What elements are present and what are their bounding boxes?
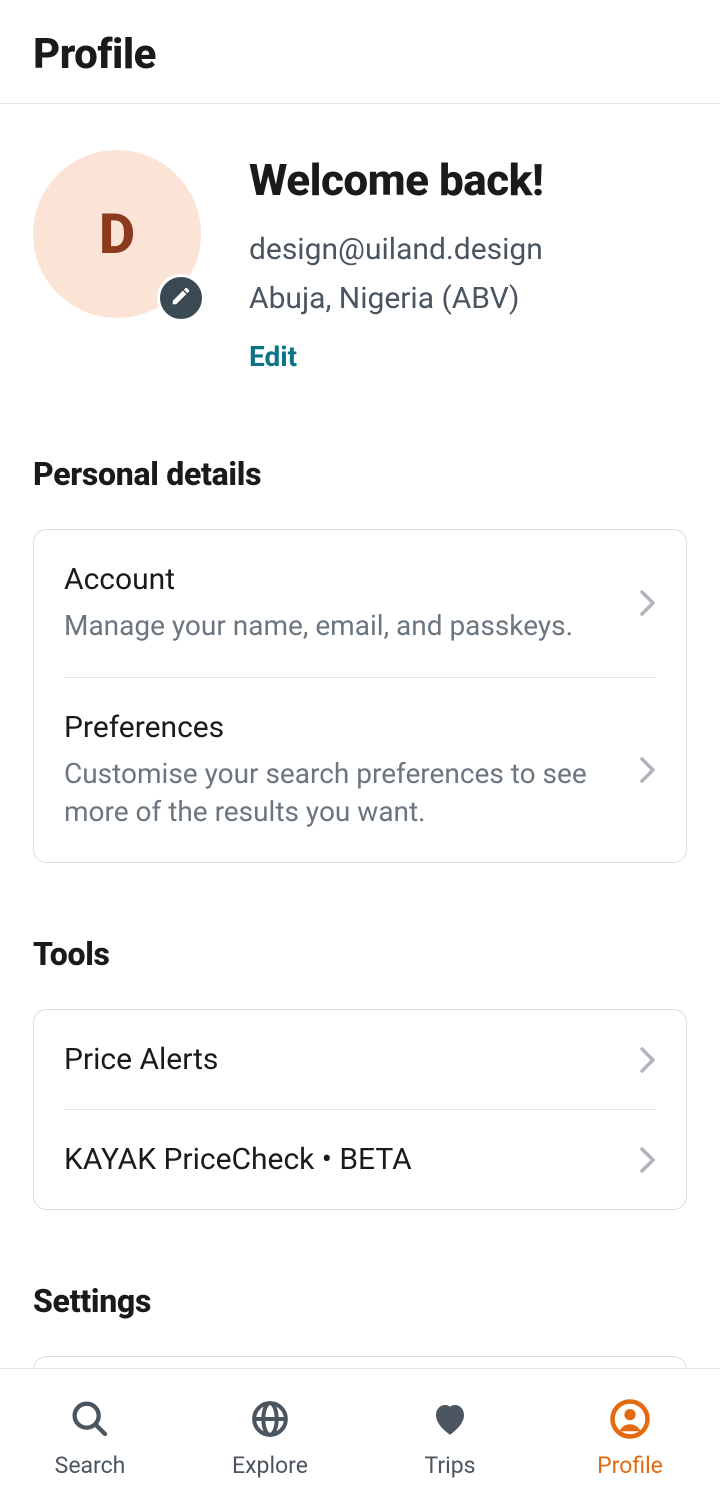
search-icon — [69, 1398, 111, 1440]
nav-label: Profile — [597, 1452, 663, 1479]
chevron-right-icon — [640, 1047, 656, 1073]
tools-card: Price Alerts KAYAK PriceCheck • BETA — [33, 1009, 687, 1210]
section-title-personal: Personal details — [33, 455, 687, 493]
row-subtitle: Customise your search preferences to see… — [64, 755, 624, 831]
bottom-nav: Search Explore Trips Profile — [0, 1368, 720, 1507]
row-price-alerts[interactable]: Price Alerts — [34, 1010, 686, 1109]
section-title-settings: Settings — [33, 1282, 687, 1320]
row-subtitle: Manage your name, email, and passkeys. — [64, 607, 624, 645]
row-title: Account — [64, 562, 624, 597]
row-pricecheck[interactable]: KAYAK PriceCheck • BETA — [34, 1110, 686, 1209]
row-account[interactable]: Account Manage your name, email, and pas… — [34, 530, 686, 677]
personal-details-card: Account Manage your name, email, and pas… — [33, 529, 687, 863]
chevron-right-icon — [640, 590, 656, 616]
welcome-text: Welcome back! — [249, 154, 687, 206]
pencil-icon — [170, 285, 192, 311]
nav-profile[interactable]: Profile — [540, 1369, 720, 1507]
edit-profile-link[interactable]: Edit — [249, 340, 687, 373]
avatar-container[interactable]: D — [33, 150, 201, 318]
nav-search[interactable]: Search — [0, 1369, 180, 1507]
row-title: KAYAK PriceCheck • BETA — [64, 1142, 624, 1177]
chevron-right-icon — [640, 757, 656, 783]
profile-icon — [609, 1398, 651, 1440]
nav-explore[interactable]: Explore — [180, 1369, 360, 1507]
nav-label: Search — [55, 1452, 126, 1479]
page-title: Profile — [33, 30, 687, 79]
avatar-edit-button[interactable] — [157, 274, 205, 322]
profile-email: design@uiland.design — [249, 232, 687, 267]
nav-trips[interactable]: Trips — [360, 1369, 540, 1507]
avatar-initial: D — [99, 201, 135, 267]
globe-icon — [249, 1398, 291, 1440]
nav-label: Explore — [232, 1452, 308, 1479]
section-title-tools: Tools — [33, 935, 687, 973]
chevron-right-icon — [640, 1147, 656, 1173]
profile-header: D Welcome back! design@uiland.design Abu… — [33, 104, 687, 373]
nav-label: Trips — [424, 1452, 475, 1479]
row-preferences[interactable]: Preferences Customise your search prefer… — [34, 678, 686, 863]
profile-location: Abuja, Nigeria (ABV) — [249, 281, 687, 316]
row-title: Price Alerts — [64, 1042, 624, 1077]
heart-icon — [429, 1398, 471, 1440]
row-title: Preferences — [64, 710, 624, 745]
